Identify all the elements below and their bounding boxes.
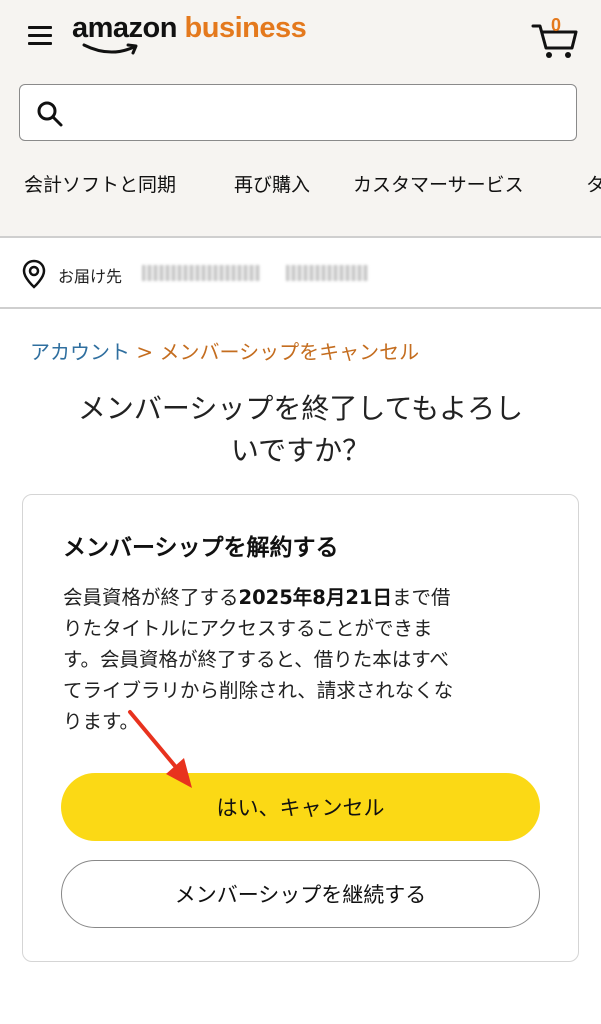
smile-logo-icon (82, 43, 138, 55)
body-line-4: てライブラリから削除され、請求されなくな (63, 679, 454, 702)
nav-item-accounting-sync[interactable]: 会計ソフトと同期 (24, 170, 176, 197)
logo-business-text: business (184, 12, 307, 44)
body-text-post: まで借 (392, 586, 451, 609)
breadcrumb-separator: > (136, 340, 154, 364)
nav-item-buy-again[interactable]: 再び購入 (234, 170, 310, 197)
logo-amazon-text: amazon (72, 12, 177, 44)
page-title: メンバーシップを終了してもよろし いですか？ (0, 388, 601, 472)
delivery-label: お届け先 (58, 267, 123, 286)
amazon-business-logo[interactable]: amazon business (72, 12, 307, 45)
search-input[interactable] (78, 95, 562, 131)
search-icon (37, 101, 63, 127)
breadcrumb-account-link[interactable]: アカウント (30, 340, 130, 364)
red-arrow-icon (128, 710, 192, 788)
breadcrumb-current: メンバーシップをキャンセル (159, 340, 420, 364)
body-line-2: りたタイトルにアクセスすることができま (63, 617, 433, 640)
location-pin-icon (22, 259, 46, 289)
body-line-3: す。会員資格が終了すると、借りた本はすべ (63, 648, 449, 671)
nav-item-customer-service[interactable]: カスタマーサービス (353, 170, 524, 197)
cart-count-badge: 0 (551, 15, 562, 35)
redacted-address-2 (286, 265, 368, 281)
card-title: メンバーシップを解約する (63, 535, 339, 561)
menu-icon[interactable] (28, 26, 52, 46)
end-date: 2025年8月21日 (238, 586, 392, 609)
nav-bar: 会計ソフトと同期 再び購入 カスタマーサービス タ (0, 170, 601, 206)
continue-membership-button[interactable]: メンバーシップを継続する (61, 860, 540, 928)
page-title-line-2: いですか？ (230, 434, 371, 467)
delivery-divider (0, 307, 601, 309)
nav-item-truncated[interactable]: タ (586, 170, 601, 197)
page-title-line-1: メンバーシップを終了してもよろし (77, 392, 524, 425)
breadcrumb: アカウント > メンバーシップをキャンセル (30, 336, 419, 365)
body-text-pre: 会員資格が終了する (63, 586, 239, 609)
redacted-address (142, 265, 260, 281)
search-box[interactable] (19, 84, 577, 141)
